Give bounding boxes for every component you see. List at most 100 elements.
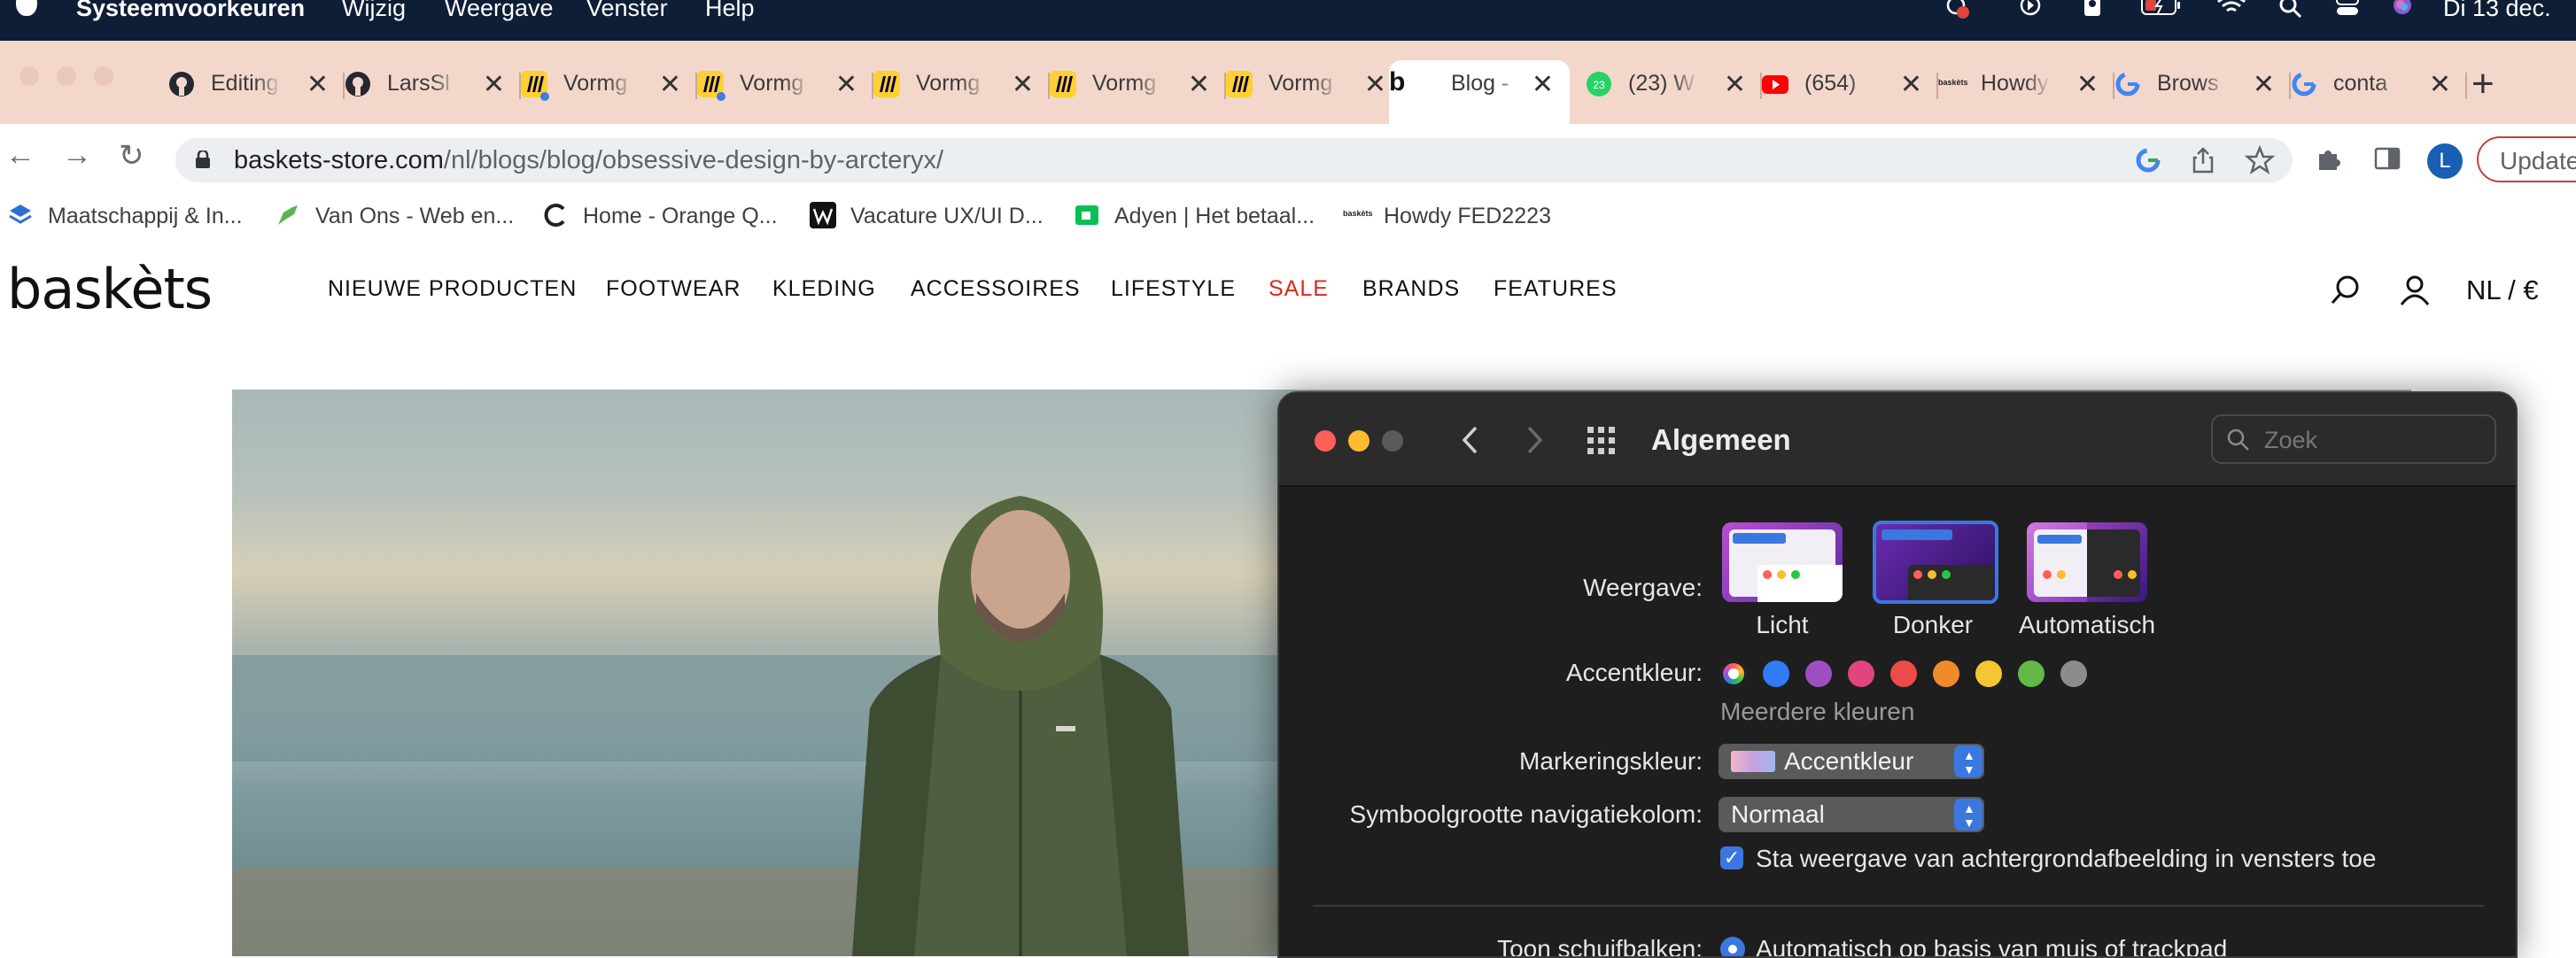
back-chevron-icon[interactable]	[1460, 425, 1481, 455]
forward-chevron-icon[interactable]	[1524, 425, 1545, 455]
appearance-auto-option[interactable]	[2027, 522, 2147, 602]
appearance-light-option[interactable]	[1722, 522, 1843, 602]
browser-tab[interactable]: Brows ✕	[2114, 60, 2291, 106]
address-bar[interactable]: baskets-store.com/nl/blogs/blog/obsessiv…	[175, 138, 2293, 182]
accent-color-swatch[interactable]	[1805, 661, 1832, 687]
system-preferences-window: Algemeen Zoek Weergave: Licht Donker Aut…	[1277, 391, 2518, 958]
tab-close-icon[interactable]: ✕	[1364, 69, 1386, 100]
site-logo[interactable]: baskèts	[7, 257, 213, 321]
lock-icon[interactable]	[195, 151, 211, 168]
browser-tab[interactable]: Editing ✕	[168, 60, 345, 106]
nav-footwear[interactable]: FOOTWEAR	[606, 276, 741, 302]
browser-tab[interactable]: Vormg ✕	[873, 60, 1050, 106]
nav-brands[interactable]: BRANDS	[1362, 276, 1460, 302]
accent-color-swatch[interactable]	[2060, 661, 2087, 687]
window-minimize-button[interactable]	[57, 66, 76, 86]
accent-color-swatch[interactable]	[1890, 661, 1917, 687]
share-icon[interactable]	[2188, 145, 2218, 175]
bookmark-star-icon[interactable]	[2245, 145, 2275, 175]
forward-arrow-icon[interactable]: →	[62, 138, 92, 173]
wallpaper-tinting-checkbox[interactable]: ✓	[1720, 846, 1743, 869]
accent-color-swatch[interactable]	[1848, 661, 1874, 687]
tab-close-icon[interactable]: ✕	[659, 69, 681, 100]
nav-nieuwe-producten[interactable]: NIEUWE PRODUCTEN	[328, 276, 577, 302]
side-panel-icon[interactable]	[2372, 143, 2402, 174]
appearance-dark-option-selected[interactable]	[1873, 521, 1998, 604]
tab-close-icon[interactable]: ✕	[835, 69, 857, 100]
minimize-window-button[interactable]	[1348, 430, 1369, 452]
menubar-clock[interactable]: Di 13 dec.	[2443, 0, 2551, 21]
back-arrow-icon[interactable]: ←	[5, 138, 35, 173]
baskets-icon: baskèts	[1343, 209, 1373, 218]
window-zoom-button[interactable]	[94, 66, 113, 86]
tab-close-icon[interactable]: ✕	[2253, 69, 2275, 100]
reload-icon[interactable]: ↻	[119, 138, 144, 174]
browser-tab-active[interactable]: b Blog - ✕	[1389, 60, 1570, 124]
menubar-item-help[interactable]: Help	[705, 0, 755, 21]
zoom-window-button[interactable]	[1382, 430, 1403, 452]
new-tab-button[interactable]: +	[2471, 62, 2495, 106]
wifi-icon[interactable]	[2216, 0, 2246, 19]
tab-close-icon[interactable]: ✕	[1188, 69, 1210, 100]
menubar-item-venster[interactable]: Venster	[586, 0, 668, 21]
extensions-puzzle-icon[interactable]	[2314, 143, 2344, 174]
spotlight-search-icon[interactable]	[2278, 0, 2303, 19]
nav-lifestyle[interactable]: LIFESTYLE	[1111, 276, 1236, 302]
address-url[interactable]: baskets-store.com/nl/blogs/blog/obsessiv…	[234, 146, 943, 175]
bookmark-label: Home - Orange Q...	[583, 204, 778, 228]
menubar-app-name[interactable]: Systeemvoorkeuren	[76, 0, 305, 21]
menubar-item-weergave[interactable]: Weergave	[445, 0, 554, 21]
highlight-color-select[interactable]: Accentkleur ▲ ▼	[1719, 744, 1984, 779]
preferences-search-input[interactable]: Zoek	[2211, 414, 2496, 464]
show-all-grid-icon[interactable]	[1586, 425, 1618, 457]
tab-close-icon[interactable]: ✕	[306, 69, 329, 100]
nav-features[interactable]: FEATURES	[1494, 276, 1618, 302]
google-lens-icon[interactable]	[2133, 145, 2163, 175]
accent-multicolor-swatch[interactable]	[1720, 661, 1747, 687]
tab-close-icon[interactable]: ✕	[1724, 69, 1746, 100]
browser-tab[interactable]: (654) ✕	[1762, 60, 1938, 106]
browser-tab[interactable]: baskèts Howdy ✕	[1938, 60, 2114, 106]
locale-currency-selector[interactable]: NL / €	[2466, 274, 2539, 306]
bookmark-label: Howdy FED2223	[1384, 204, 1551, 228]
tab-close-icon[interactable]: ✕	[1532, 69, 1554, 100]
tab-close-icon[interactable]: ✕	[2076, 69, 2099, 100]
control-center-icon[interactable]	[2335, 0, 2360, 19]
tab-close-icon[interactable]: ✕	[2429, 69, 2451, 100]
browser-tab[interactable]: Vormg ✕	[1226, 60, 1402, 106]
browser-tab[interactable]: conta ✕	[2291, 60, 2467, 106]
sidebar-icon-size-select[interactable]: Normaal ▲ ▼	[1719, 797, 1984, 832]
accent-color-swatch[interactable]	[1975, 661, 2002, 687]
accent-color-swatch[interactable]	[1933, 661, 1959, 687]
browser-tab[interactable]: 23 (23) W ✕	[1586, 60, 1762, 106]
account-icon[interactable]	[2399, 274, 2431, 306]
play-icon[interactable]	[2018, 0, 2043, 19]
nav-accessoires[interactable]: ACCESSOIRES	[911, 276, 1081, 302]
screen-recording-icon[interactable]	[1945, 0, 1970, 19]
wallpaper-tinting-label: Sta weergave van achtergrondafbeelding i…	[1756, 845, 2377, 872]
tab-close-icon[interactable]: ✕	[1900, 69, 1922, 100]
profile-avatar[interactable]: L	[2427, 143, 2463, 179]
search-icon[interactable]	[2330, 274, 2362, 306]
contacts-icon[interactable]	[2080, 0, 2105, 19]
tab-close-icon[interactable]: ✕	[1012, 69, 1034, 100]
accent-color-swatch[interactable]	[1763, 661, 1789, 687]
bookmark-label: Van Ons - Web en...	[315, 204, 515, 228]
apple-menu-icon[interactable]	[16, 0, 37, 16]
update-button[interactable]: Update	[2477, 136, 2576, 182]
tab-close-icon[interactable]: ✕	[483, 69, 505, 100]
battery-icon[interactable]	[2140, 0, 2183, 19]
browser-tab[interactable]: Vormg ✕	[521, 60, 697, 106]
browser-tab[interactable]: Vormg ✕	[697, 60, 873, 106]
siri-icon[interactable]	[2390, 0, 2415, 19]
nav-kleding[interactable]: KLEDING	[772, 276, 876, 302]
window-close-button[interactable]	[19, 66, 39, 86]
browser-tab[interactable]: Vormg ✕	[1050, 60, 1226, 106]
scrollbars-auto-radio[interactable]	[1720, 937, 1745, 956]
menubar-item-wijzig[interactable]: Wijzig	[342, 0, 406, 21]
search-placeholder: Zoek	[2264, 427, 2318, 453]
close-window-button[interactable]	[1315, 430, 1336, 452]
browser-tab[interactable]: LarsSl ✕	[345, 60, 521, 106]
accent-color-swatch[interactable]	[2018, 661, 2045, 687]
nav-sale[interactable]: SALE	[1269, 276, 1329, 302]
